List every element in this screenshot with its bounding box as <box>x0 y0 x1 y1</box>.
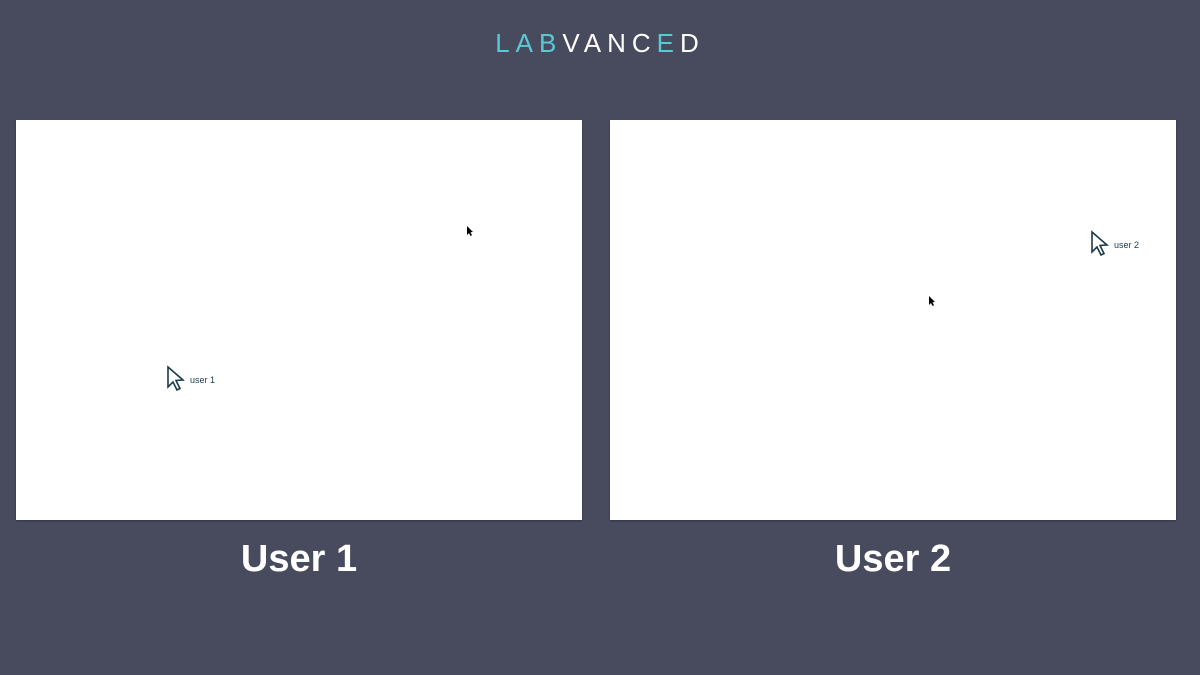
cursor-pointer-icon <box>466 225 474 237</box>
panel-label-user2: User 2 <box>835 538 951 581</box>
panel-label-user1: User 1 <box>241 538 357 581</box>
cursor-user1-small <box>466 225 474 240</box>
cursor-pointer-icon <box>928 295 936 307</box>
panel-user1[interactable]: user 1 <box>16 120 582 520</box>
panel-user2[interactable]: user 2 <box>610 120 1176 520</box>
panel-wrap-user2: user 2 User 2 <box>610 120 1176 581</box>
brand-logo: LABVANCED <box>495 28 705 59</box>
logo-part-vanc: VANC <box>562 28 656 58</box>
cursor-arrow-icon <box>1090 230 1112 256</box>
cursor-user2-label: user 2 <box>1114 240 1139 250</box>
panel-wrap-user1: user 1 User 1 <box>16 120 582 581</box>
cursor-user2-big[interactable]: user 2 <box>1090 230 1112 256</box>
logo-part-lab: LAB <box>495 28 562 58</box>
cursor-user1-big[interactable]: user 1 <box>166 365 188 391</box>
cursor-user1-label: user 1 <box>190 375 215 385</box>
logo-part-ed-d: D <box>680 28 705 58</box>
logo-part-ed-e: E <box>657 28 680 58</box>
cursor-user2-small <box>928 295 936 310</box>
cursor-arrow-icon <box>166 365 188 391</box>
panels-container: user 1 User 1 user 2 User <box>16 120 1176 581</box>
